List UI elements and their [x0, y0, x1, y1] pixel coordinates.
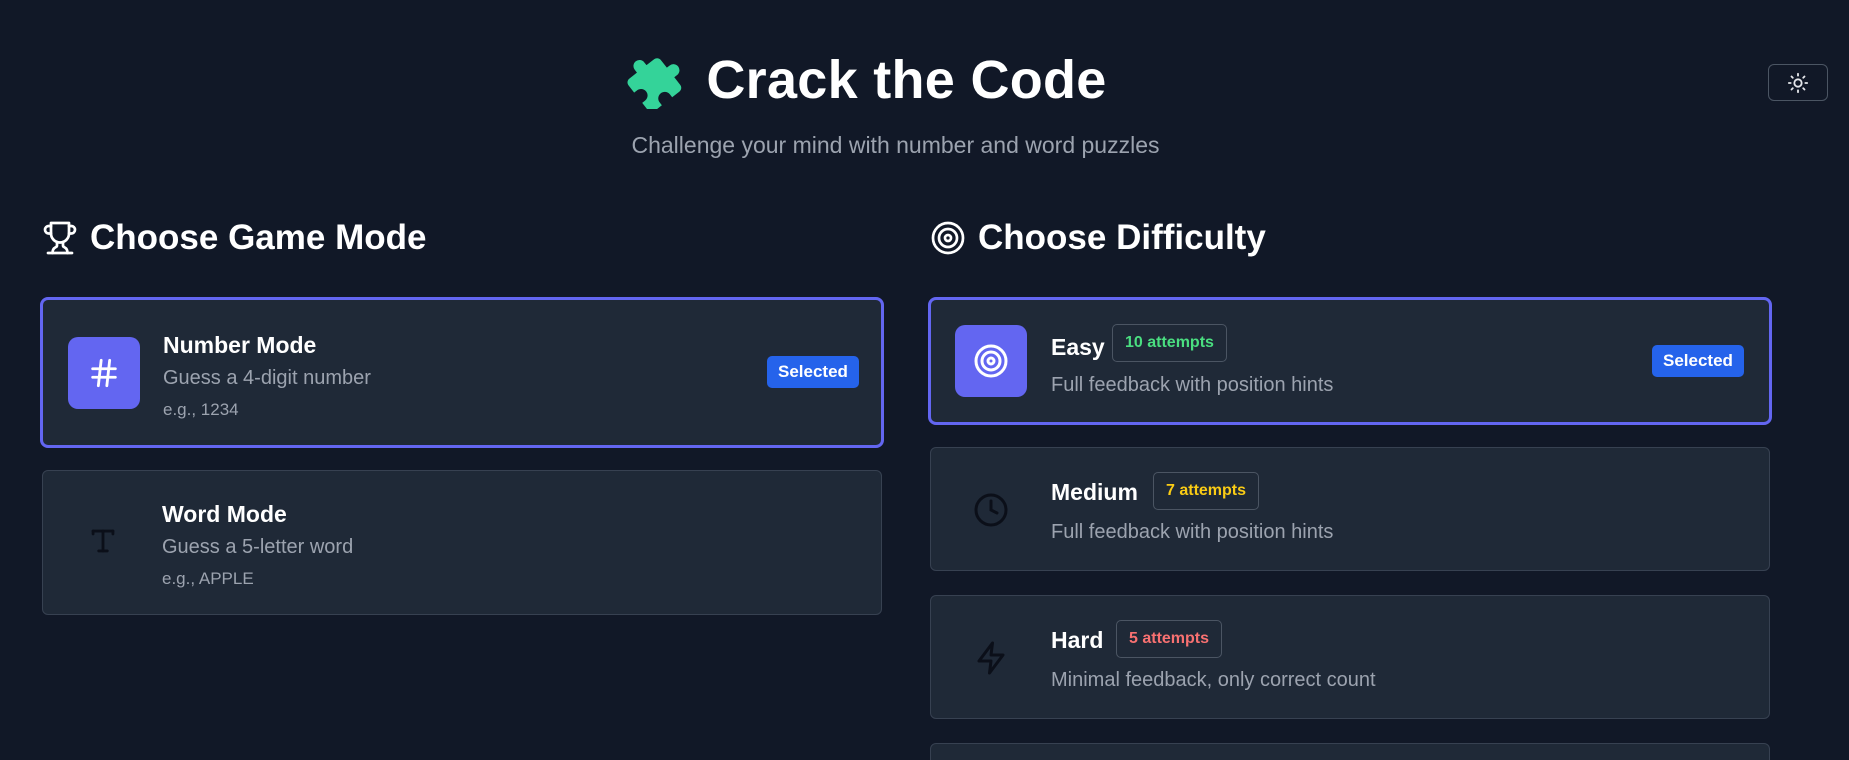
hard-title: Hard: [1051, 627, 1104, 653]
page-title: Crack the Code: [706, 50, 1107, 110]
difficulty-heading-label: Choose Difficulty: [978, 218, 1266, 257]
hard-difficulty-card[interactable]: Hard 5 attempts Minimal feedback, only c…: [930, 595, 1770, 719]
selected-badge: Selected: [1652, 345, 1744, 377]
selected-badge: Selected: [767, 356, 859, 388]
target-icon: [930, 220, 966, 256]
trophy-icon: [42, 220, 78, 256]
medium-attempts-badge: 7 attempts: [1153, 472, 1260, 510]
word-mode-description: Guess a 5-letter word: [162, 536, 354, 558]
easy-attempts-badge: 10 attempts: [1112, 324, 1227, 362]
target-icon: [973, 343, 1009, 379]
hard-description: Minimal feedback, only correct count: [1051, 669, 1376, 691]
hash-icon: [87, 356, 121, 390]
lightning-icon: [973, 640, 1009, 676]
difficulty-heading: Choose Difficulty: [930, 218, 1266, 258]
type-icon: [86, 524, 120, 558]
number-mode-example: e.g., 1234: [163, 400, 239, 419]
next-difficulty-card[interactable]: [930, 743, 1770, 760]
easy-title: Easy: [1051, 334, 1105, 360]
medium-difficulty-card[interactable]: Medium 7 attempts Full feedback with pos…: [930, 447, 1770, 571]
medium-title: Medium: [1051, 479, 1138, 505]
sun-icon: [1787, 72, 1809, 94]
title-row: Crack the Code: [0, 42, 1733, 118]
number-mode-card[interactable]: Number Mode Guess a 4-digit number e.g.,…: [40, 297, 884, 448]
puzzle-icon: [626, 51, 684, 109]
game-mode-heading: Choose Game Mode: [42, 218, 426, 258]
word-mode-icon-box: [67, 505, 139, 577]
header: Crack the Code Challenge your mind with …: [0, 42, 1849, 159]
word-mode-card[interactable]: Word Mode Guess a 5-letter word e.g., AP…: [42, 470, 882, 615]
medium-icon-box: [955, 474, 1027, 546]
medium-description: Full feedback with position hints: [1051, 521, 1334, 543]
page-subtitle: Challenge your mind with number and word…: [631, 132, 1160, 158]
game-mode-heading-label: Choose Game Mode: [90, 218, 427, 257]
clock-icon: [973, 492, 1009, 528]
number-mode-title: Number Mode: [163, 332, 317, 358]
page: Crack the Code Challenge your mind with …: [0, 0, 1849, 760]
hard-icon-box: [955, 622, 1027, 694]
word-mode-title: Word Mode: [162, 501, 287, 527]
theme-toggle-button[interactable]: [1768, 64, 1828, 101]
easy-difficulty-card[interactable]: Easy 10 attempts Full feedback with posi…: [928, 297, 1772, 425]
number-mode-description: Guess a 4-digit number: [163, 367, 371, 389]
word-mode-example: e.g., APPLE: [162, 569, 254, 588]
easy-description: Full feedback with position hints: [1051, 374, 1334, 396]
hard-attempts-badge: 5 attempts: [1116, 620, 1223, 658]
easy-icon-box: [955, 325, 1027, 397]
number-mode-icon-box: [68, 337, 140, 409]
